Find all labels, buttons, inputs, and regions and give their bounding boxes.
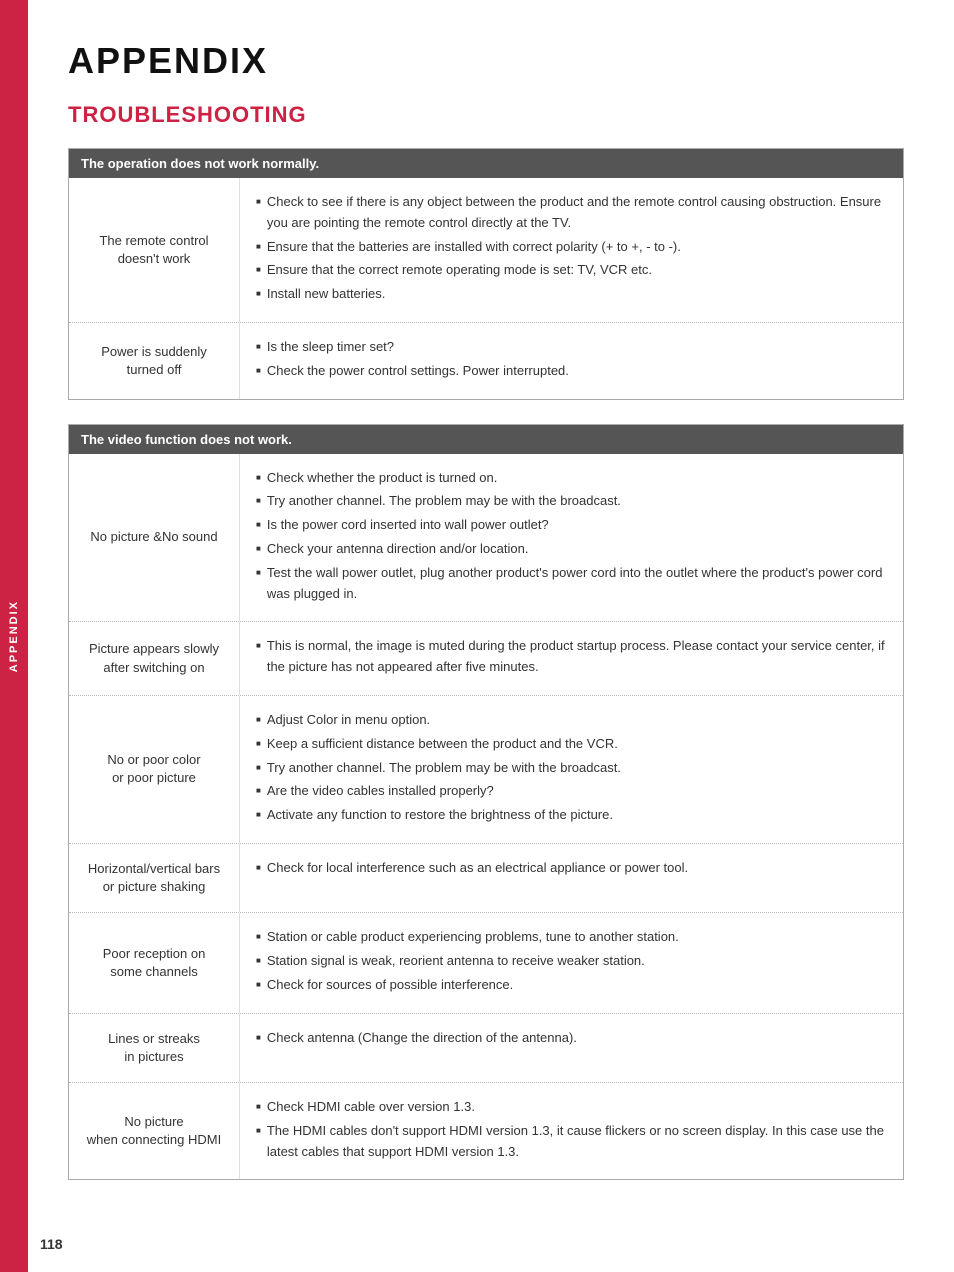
table-row: Power is suddenlyturned off Is the sleep… (69, 322, 903, 399)
picture-slow-label: Picture appears slowlyafter switching on (69, 622, 239, 695)
remote-control-label: The remote controldoesn't work (69, 178, 239, 322)
list-item: Check for local interference such as an … (256, 858, 887, 879)
table-row: No picturewhen connecting HDMI Check HDM… (69, 1082, 903, 1179)
poor-color-label: No or poor coloror poor picture (69, 696, 239, 843)
list-item: Ensure that the batteries are installed … (256, 237, 887, 258)
list-item: Is the power cord inserted into wall pow… (256, 515, 887, 536)
operation-table-header: The operation does not work normally. (69, 149, 903, 178)
operation-table: The operation does not work normally. Th… (68, 148, 904, 400)
list-item: Adjust Color in menu option. (256, 710, 887, 731)
list-item: Check HDMI cable over version 1.3. (256, 1097, 887, 1118)
table-row: No or poor coloror poor picture Adjust C… (69, 695, 903, 843)
operation-table-rows: The remote controldoesn't work Check to … (69, 178, 903, 399)
list-item: Check to see if there is any object betw… (256, 192, 887, 234)
list-item: Check the power control settings. Power … (256, 361, 887, 382)
table-row: Poor reception onsome channels Station o… (69, 912, 903, 1012)
bars-solutions: Check for local interference such as an … (239, 844, 903, 912)
list-item: Check antenna (Change the direction of t… (256, 1028, 887, 1049)
list-item: Activate any function to restore the bri… (256, 805, 887, 826)
table-row: The remote controldoesn't work Check to … (69, 178, 903, 322)
power-label: Power is suddenlyturned off (69, 323, 239, 399)
list-item: Check your antenna direction and/or loca… (256, 539, 887, 560)
list-item: Are the video cables installed properly? (256, 781, 887, 802)
hdmi-solutions: Check HDMI cable over version 1.3. The H… (239, 1083, 903, 1179)
page-title: APPENDIX (68, 40, 904, 82)
sidebar-tab: APPENDIX (0, 0, 28, 1272)
picture-slow-solutions: This is normal, the image is muted durin… (239, 622, 903, 695)
list-item: Station signal is weak, reorient antenna… (256, 951, 887, 972)
list-item: Test the wall power outlet, plug another… (256, 563, 887, 605)
sidebar-label: APPENDIX (8, 600, 20, 672)
table-row: Lines or streaksin pictures Check antenn… (69, 1013, 903, 1082)
page-number: 118 (40, 1236, 63, 1252)
table-row: Horizontal/vertical barsor picture shaki… (69, 843, 903, 912)
table-row: Picture appears slowlyafter switching on… (69, 621, 903, 695)
list-item: Is the sleep timer set? (256, 337, 887, 358)
no-picture-solutions: Check whether the product is turned on. … (239, 454, 903, 622)
list-item: Ensure that the correct remote operating… (256, 260, 887, 281)
video-table-rows: No picture &No sound Check whether the p… (69, 454, 903, 1180)
table-row: No picture &No sound Check whether the p… (69, 454, 903, 622)
list-item: Check whether the product is turned on. (256, 468, 887, 489)
bars-label: Horizontal/vertical barsor picture shaki… (69, 844, 239, 912)
list-item: Try another channel. The problem may be … (256, 491, 887, 512)
list-item: Install new batteries. (256, 284, 887, 305)
list-item: Keep a sufficient distance between the p… (256, 734, 887, 755)
video-table-header: The video function does not work. (69, 425, 903, 454)
poor-reception-label: Poor reception onsome channels (69, 913, 239, 1012)
power-solutions: Is the sleep timer set? Check the power … (239, 323, 903, 399)
no-picture-label: No picture &No sound (69, 454, 239, 622)
poor-reception-solutions: Station or cable product experiencing pr… (239, 913, 903, 1012)
list-item: This is normal, the image is muted durin… (256, 636, 887, 678)
hdmi-label: No picturewhen connecting HDMI (69, 1083, 239, 1179)
lines-label: Lines or streaksin pictures (69, 1014, 239, 1082)
main-content: APPENDIX TROUBLESHOOTING The operation d… (28, 0, 954, 1272)
list-item: Station or cable product experiencing pr… (256, 927, 887, 948)
poor-color-solutions: Adjust Color in menu option. Keep a suff… (239, 696, 903, 843)
page-container: APPENDIX APPENDIX TROUBLESHOOTING The op… (0, 0, 954, 1272)
lines-solutions: Check antenna (Change the direction of t… (239, 1014, 903, 1082)
list-item: The HDMI cables don't support HDMI versi… (256, 1121, 887, 1163)
video-table: The video function does not work. No pic… (68, 424, 904, 1181)
remote-control-solutions: Check to see if there is any object betw… (239, 178, 903, 322)
list-item: Check for sources of possible interferen… (256, 975, 887, 996)
list-item: Try another channel. The problem may be … (256, 758, 887, 779)
section-title: TROUBLESHOOTING (68, 102, 904, 128)
